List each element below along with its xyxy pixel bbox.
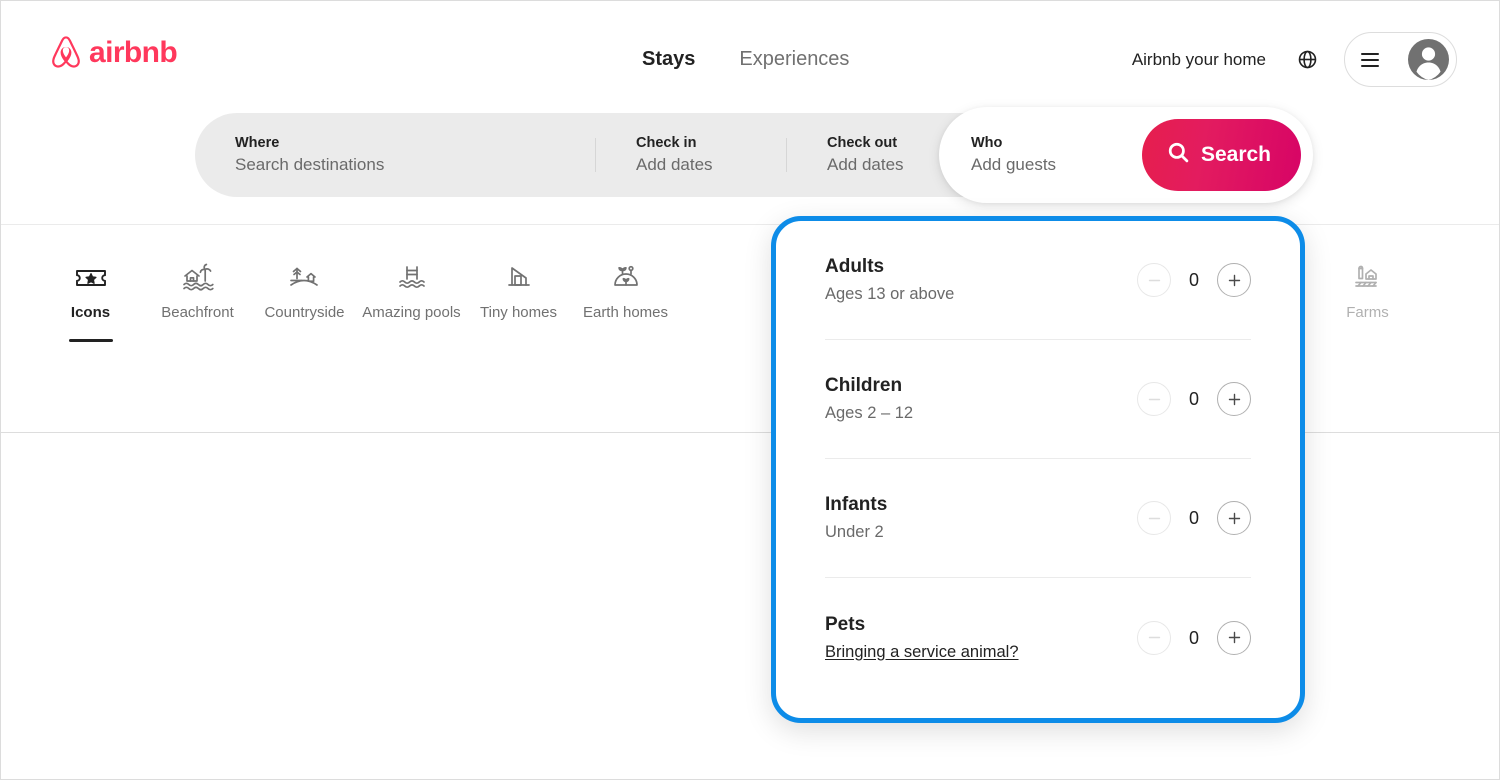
category-label: Beachfront: [161, 304, 234, 321]
adults-stepper: 0: [1137, 263, 1251, 297]
site-header: airbnb Stays Experiences Airbnb your hom…: [1, 1, 1499, 225]
children-decrement-button[interactable]: [1137, 382, 1171, 416]
pool-icon: [396, 261, 428, 295]
infants-stepper: 0: [1137, 501, 1251, 535]
adults-decrement-button[interactable]: [1137, 263, 1171, 297]
search-where-field[interactable]: Where Search destinations: [195, 113, 595, 197]
category-tiny-homes[interactable]: Tiny homes: [465, 261, 572, 332]
search-button-label: Search: [1200, 143, 1271, 166]
guest-row-adults: Adults Ages 13 or above 0: [825, 221, 1251, 340]
profile-menu-button[interactable]: [1344, 32, 1457, 87]
avatar: [1408, 39, 1449, 80]
category-icons[interactable]: Icons: [37, 261, 144, 342]
where-value: Search destinations: [235, 155, 385, 174]
guest-row-infants: Infants Under 2 0: [825, 459, 1251, 578]
ticket-star-icon: [75, 261, 107, 295]
primary-nav: Stays Experiences: [642, 45, 849, 73]
guest-info: Pets Bringing a service animal?: [825, 613, 1019, 663]
category-earth-homes[interactable]: Earth homes: [572, 261, 679, 332]
category-farms[interactable]: Farms: [1314, 261, 1421, 321]
guest-type-title: Adults: [825, 256, 885, 277]
farm-icon: [1352, 261, 1384, 295]
children-increment-button[interactable]: [1217, 382, 1251, 416]
tab-experiences[interactable]: Experiences: [739, 45, 849, 73]
guest-type-title: Children: [825, 375, 903, 396]
search-checkin-field[interactable]: Check in Add dates: [596, 113, 786, 197]
guest-type-subtitle: Ages 13 or above: [825, 285, 955, 303]
pets-decrement-button[interactable]: [1137, 620, 1171, 655]
checkout-value: Add dates: [827, 155, 904, 174]
children-count: 0: [1188, 389, 1199, 409]
category-label: Amazing pools: [362, 304, 461, 321]
airbnb-belo-icon: [49, 34, 83, 70]
category-label: Countryside: [264, 304, 345, 321]
guest-row-pets: Pets Bringing a service animal? 0: [825, 578, 1251, 697]
service-animal-link[interactable]: Bringing a service animal?: [825, 642, 1019, 663]
guest-type-subtitle: Under 2: [825, 523, 884, 541]
search-bar: Where Search destinations Check in Add d…: [195, 107, 1313, 203]
search-icon: [1168, 142, 1189, 169]
guest-info: Children Ages 2 – 12: [825, 374, 913, 424]
category-label: Farms: [1346, 304, 1389, 321]
search-checkout-field[interactable]: Check out Add dates: [787, 113, 941, 197]
pets-count: 0: [1188, 627, 1199, 648]
airbnb-wordmark: airbnb: [89, 36, 178, 69]
checkin-label: Check in: [636, 135, 697, 151]
category-list: Icons Beachfront Countryside Amazing poo…: [37, 261, 679, 342]
category-amazing-pools[interactable]: Amazing pools: [358, 261, 465, 332]
category-label: Tiny homes: [480, 304, 557, 321]
guest-type-title: Infants: [825, 494, 888, 515]
search-button[interactable]: Search: [1141, 119, 1301, 191]
active-category-underline: [68, 339, 113, 342]
infants-decrement-button[interactable]: [1137, 501, 1171, 535]
infants-count: 0: [1188, 508, 1199, 528]
earth-home-icon: [610, 261, 642, 295]
category-countryside[interactable]: Countryside: [251, 261, 358, 332]
countryside-icon: [288, 261, 322, 295]
guest-info: Adults Ages 13 or above: [825, 255, 954, 305]
tab-stays[interactable]: Stays: [642, 45, 695, 73]
where-label: Where: [235, 135, 280, 151]
airbnb-homepage: airbnb Stays Experiences Airbnb your hom…: [0, 0, 1500, 780]
guest-picker-panel: Adults Ages 13 or above 0 Children Ages …: [771, 216, 1305, 723]
beach-hut-icon: [181, 261, 215, 295]
hamburger-icon: [1361, 52, 1379, 67]
airbnb-logo[interactable]: airbnb: [49, 34, 178, 70]
category-label: Icons: [70, 304, 111, 321]
children-stepper: 0: [1137, 382, 1251, 416]
guest-info: Infants Under 2: [825, 493, 887, 543]
category-label: Earth homes: [582, 304, 669, 321]
adults-increment-button[interactable]: [1217, 263, 1251, 297]
guest-type-subtitle: Ages 2 – 12: [825, 404, 914, 422]
checkin-value: Add dates: [636, 155, 713, 174]
checkout-label: Check out: [827, 135, 898, 151]
search-who-field[interactable]: Who Add guests Search: [939, 107, 1313, 203]
globe-icon[interactable]: [1286, 39, 1328, 81]
pets-increment-button[interactable]: [1217, 620, 1251, 655]
adults-count: 0: [1188, 270, 1199, 290]
pets-stepper: 0: [1137, 620, 1251, 655]
guest-type-title: Pets: [825, 613, 866, 635]
category-beachfront[interactable]: Beachfront: [144, 261, 251, 332]
airbnb-your-home-link[interactable]: Airbnb your home: [1118, 38, 1280, 82]
guest-row-children: Children Ages 2 – 12 0: [825, 340, 1251, 459]
infants-increment-button[interactable]: [1217, 501, 1251, 535]
header-right-cluster: Airbnb your home: [1118, 32, 1457, 87]
tiny-home-icon: [504, 261, 534, 295]
